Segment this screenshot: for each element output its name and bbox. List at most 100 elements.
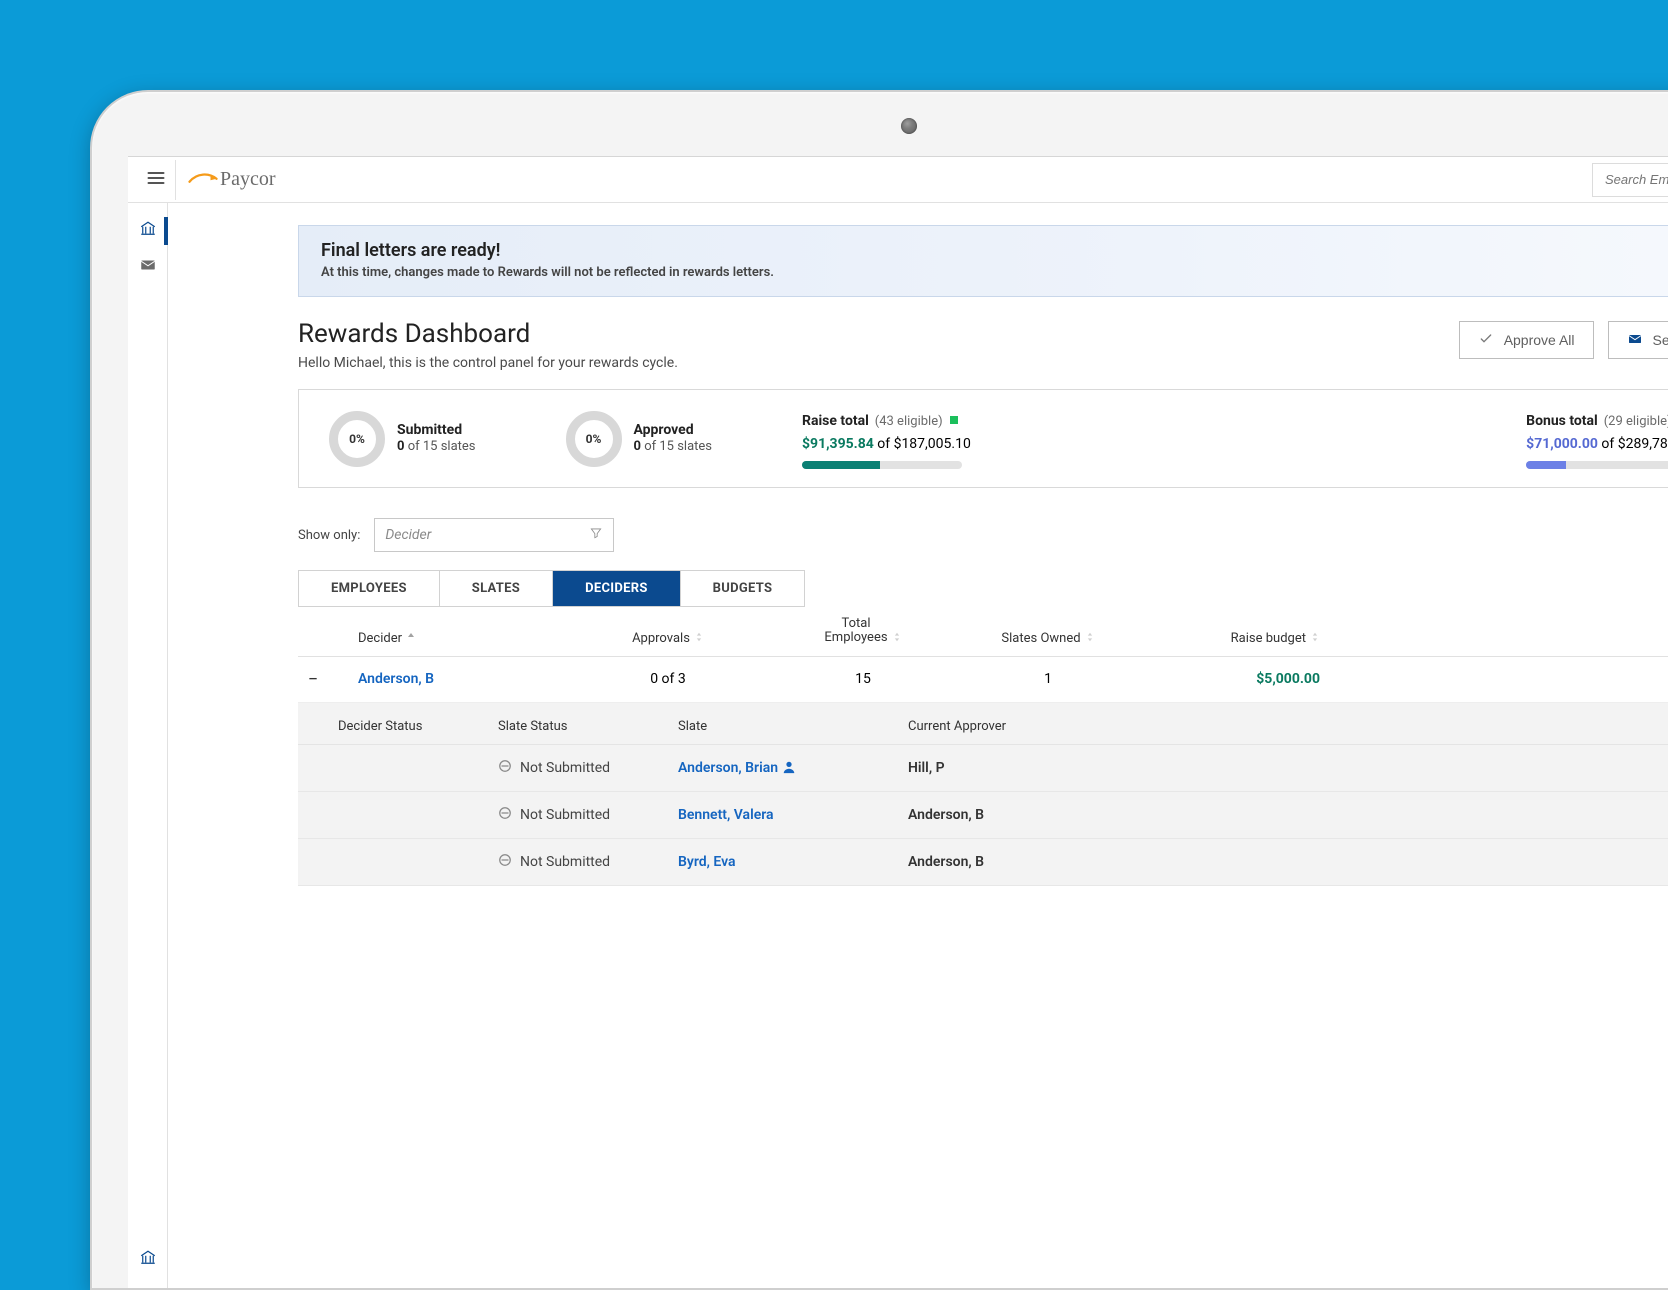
bonus-of: of $289,788.76 (1601, 436, 1668, 452)
send-rewards-button[interactable]: Send Re (1608, 321, 1668, 359)
nested-table: Decider Status Slate Status Slate Curren… (298, 703, 1668, 886)
search-input[interactable] (1605, 172, 1668, 187)
cell-total-employees: 15 (778, 671, 948, 687)
submitted-block: 0% Submitted 0 of 15 slates (329, 411, 476, 467)
sidebar-item-bank[interactable] (128, 213, 168, 249)
search-box[interactable] (1592, 163, 1668, 197)
approved-count: 0 of 15 slates (634, 439, 713, 456)
sort-icon (892, 631, 902, 646)
cell-slate: Byrd, Eva (678, 854, 908, 870)
banner-subtitle: At this time, changes made to Rewards wi… (321, 265, 1668, 280)
nested-col-slate: Slate (678, 719, 908, 734)
notice-banner: Final letters are ready! At this time, c… (298, 225, 1668, 297)
cell-current-approver: Anderson, B (908, 807, 1668, 823)
col-slates-owned[interactable]: Slates Owned (948, 631, 1148, 646)
data-tabs: EMPLOYEES SLATES DECIDERS BUDGETS (298, 570, 805, 607)
cell-slate-status: Not Submitted (498, 759, 678, 777)
cell-slate: Bennett, Valera (678, 807, 908, 823)
raise-progress-fill (802, 461, 880, 469)
menu-button[interactable] (136, 160, 176, 200)
square-indicator-icon (950, 416, 958, 424)
sidebar-item-mail[interactable] (128, 249, 168, 285)
cell-raise-budget: $5,000.00 (1148, 671, 1328, 687)
not-submitted-icon (498, 853, 512, 871)
slate-link[interactable]: Byrd, Eva (678, 854, 736, 870)
collapse-toggle[interactable]: − (298, 669, 328, 690)
nested-row: Not SubmittedAnderson, Brian Hill, P (298, 745, 1668, 792)
filter-value: Decider (385, 527, 431, 543)
cell-current-approver: Hill, P (908, 760, 1668, 776)
cell-slate: Anderson, Brian (678, 760, 908, 776)
deciders-table: Decider Approvals TotalEmployees Sl (298, 607, 1668, 886)
cell-approvals: 0 of 3 (558, 671, 778, 687)
approve-all-button[interactable]: Approve All (1459, 321, 1594, 359)
tab-budgets[interactable]: BUDGETS (681, 571, 805, 606)
brand-name: Paycor (220, 168, 276, 191)
bank-icon (139, 220, 157, 242)
not-submitted-icon (498, 806, 512, 824)
bonus-eligible: (29 eligible) (1604, 414, 1668, 429)
slate-link[interactable]: Anderson, Brian (678, 760, 778, 776)
show-only-label: Show only: (298, 528, 360, 543)
page-greeting: Hello Michael, this is the control panel… (298, 355, 1459, 371)
brand-logo: Paycor (188, 160, 276, 200)
slate-link[interactable]: Bennett, Valera (678, 807, 774, 823)
tab-slates[interactable]: SLATES (440, 571, 553, 606)
page-title: Rewards Dashboard (298, 319, 1459, 349)
not-submitted-icon (498, 759, 512, 777)
bonus-current: $71,000.00 (1526, 436, 1598, 452)
hamburger-icon (146, 168, 166, 192)
nested-header-row: Decider Status Slate Status Slate Curren… (298, 709, 1668, 745)
nested-row: Not SubmittedByrd, Eva Anderson, B (298, 839, 1668, 886)
app-screen: Paycor (128, 156, 1668, 1288)
sort-icon (694, 631, 704, 646)
sort-icon (1310, 631, 1320, 646)
tab-deciders[interactable]: DECIDERS (553, 571, 681, 606)
bonus-total-title: Bonus total (1526, 413, 1598, 429)
approved-label: Approved (634, 421, 713, 439)
raise-eligible: (43 eligible) (875, 414, 943, 429)
main-content: Final letters are ready! At this time, c… (168, 203, 1668, 1288)
col-total-employees[interactable]: TotalEmployees (778, 617, 948, 646)
check-icon (1478, 331, 1494, 350)
person-icon (778, 760, 796, 776)
tablet-camera (901, 118, 917, 134)
sidebar-item-bank-bottom[interactable] (128, 1242, 168, 1278)
raise-of: of $187,005.10 (877, 436, 971, 452)
left-rail (128, 203, 168, 1288)
col-decider[interactable]: Decider (358, 631, 558, 646)
bank-icon (139, 1249, 157, 1271)
col-approvals[interactable]: Approvals (558, 631, 778, 646)
mail-icon (1627, 331, 1643, 350)
bonus-total-block: Bonus total (29 eligible) $71,000.00 of … (1526, 408, 1668, 469)
raise-progress-bar (802, 461, 962, 469)
raise-current: $91,395.84 (802, 436, 874, 452)
nested-col-slate-status: Slate Status (498, 719, 678, 734)
banner-title: Final letters are ready! (321, 240, 1668, 261)
nested-row: Not SubmittedBennett, ValeraAnderson, B (298, 792, 1668, 839)
decider-filter-select[interactable]: Decider (374, 518, 614, 552)
table-header-row: Decider Approvals TotalEmployees Sl (298, 607, 1668, 657)
approve-all-label: Approve All (1504, 332, 1575, 348)
table-row: − Anderson, B 0 of 3 15 1 $5,000.00 (298, 657, 1668, 703)
raise-total-title: Raise total (802, 413, 869, 429)
col-raise-budget[interactable]: Raise budget (1148, 631, 1328, 646)
logo-swoosh-icon (188, 170, 220, 189)
nested-col-current-approver: Current Approver (908, 719, 1668, 734)
submitted-ring: 0% (329, 411, 385, 467)
bonus-progress-fill (1526, 461, 1566, 469)
cell-slate-status: Not Submitted (498, 853, 678, 871)
approved-ring: 0% (566, 411, 622, 467)
decider-link[interactable]: Anderson, B (358, 671, 434, 687)
filter-icon (589, 526, 603, 544)
raise-total-block: Raise total (43 eligible) $91,395.84 of … (802, 408, 971, 469)
send-rewards-label: Send Re (1653, 332, 1668, 348)
sort-icon (1085, 631, 1095, 646)
submitted-count: 0 of 15 slates (397, 439, 476, 456)
topbar: Paycor (128, 157, 1668, 203)
cell-current-approver: Anderson, B (908, 854, 1668, 870)
tab-employees[interactable]: EMPLOYEES (299, 571, 440, 606)
summary-strip: 0% Submitted 0 of 15 slates 0% Approved … (298, 389, 1668, 488)
approved-block: 0% Approved 0 of 15 slates (566, 411, 713, 467)
mail-icon (139, 256, 157, 278)
